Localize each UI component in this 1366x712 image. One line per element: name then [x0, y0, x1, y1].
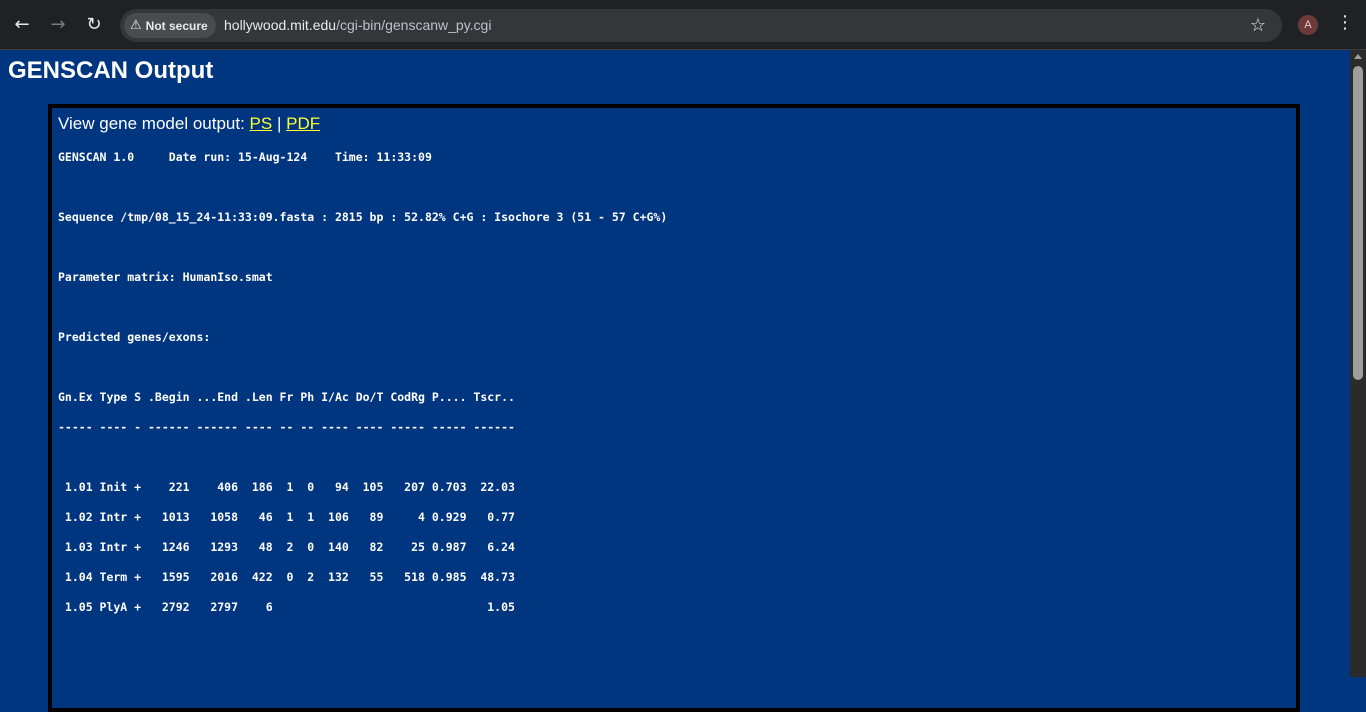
- run-info-line: GENSCAN 1.0 Date run: 15-Aug-124 Time: 1…: [58, 150, 432, 164]
- url-host: hollywood.mit.edu: [224, 17, 337, 33]
- browser-toolbar: ← → ↻ ⚠ Not secure hollywood.mit.edu/cgi…: [0, 0, 1366, 50]
- ps-link[interactable]: PS: [250, 114, 273, 133]
- address-bar[interactable]: ⚠ Not secure hollywood.mit.edu/cgi-bin/g…: [120, 9, 1282, 42]
- output-panel: View gene model output: PS | PDF GENSCAN…: [48, 104, 1300, 712]
- page-title: GENSCAN Output: [8, 57, 214, 84]
- browser-menu-icon[interactable]: ⋮: [1336, 12, 1354, 33]
- avatar-letter: A: [1304, 19, 1312, 31]
- warning-icon: ⚠: [130, 18, 142, 33]
- link-separator: |: [272, 114, 287, 133]
- url-path: /cgi-bin/genscanw_py.cgi: [336, 17, 492, 33]
- bookmark-star-icon[interactable]: ☆: [1250, 15, 1266, 36]
- predicted-genes-heading: Predicted genes/exons:: [58, 330, 211, 344]
- pdf-link[interactable]: PDF: [286, 114, 320, 133]
- table-divider: ----- ---- - ------ ------ ---- -- -- --…: [58, 420, 515, 434]
- page-scrollbar[interactable]: [1350, 50, 1366, 677]
- security-label: Not secure: [145, 18, 208, 33]
- parameter-matrix-line: Parameter matrix: HumanIso.smat: [58, 270, 273, 284]
- back-arrow-icon: ←: [14, 13, 30, 35]
- forward-button[interactable]: →: [43, 9, 73, 39]
- table-row: 1.05 PlyA + 2792 2797 6 1.05: [58, 600, 515, 614]
- forward-arrow-icon: →: [50, 13, 66, 35]
- sequence-info-line: Sequence /tmp/08_15_24-11:33:09.fasta : …: [58, 210, 668, 224]
- url-text[interactable]: hollywood.mit.edu/cgi-bin/genscanw_py.cg…: [224, 17, 491, 33]
- reload-icon: ↻: [86, 13, 102, 35]
- profile-avatar[interactable]: A: [1298, 15, 1318, 35]
- view-prefix: View gene model output:: [58, 114, 250, 133]
- table-row: 1.02 Intr + 1013 1058 46 1 1 106 89 4 0.…: [58, 510, 515, 524]
- reload-button[interactable]: ↻: [79, 9, 109, 39]
- back-button[interactable]: ←: [7, 9, 37, 39]
- table-header: Gn.Ex Type S .Begin ...End .Len Fr Ph I/…: [58, 390, 515, 404]
- table-row: 1.04 Term + 1595 2016 422 0 2 132 55 518…: [58, 570, 515, 584]
- table-row: 1.01 Init + 221 406 186 1 0 94 105 207 0…: [58, 480, 515, 494]
- view-gene-model-line: View gene model output: PS | PDF: [58, 114, 320, 134]
- scroll-thumb[interactable]: [1353, 66, 1363, 380]
- scroll-up-arrow-icon[interactable]: [1354, 54, 1362, 59]
- table-row: 1.03 Intr + 1246 1293 48 2 0 140 82 25 0…: [58, 540, 515, 554]
- security-chip[interactable]: ⚠ Not secure: [124, 13, 216, 38]
